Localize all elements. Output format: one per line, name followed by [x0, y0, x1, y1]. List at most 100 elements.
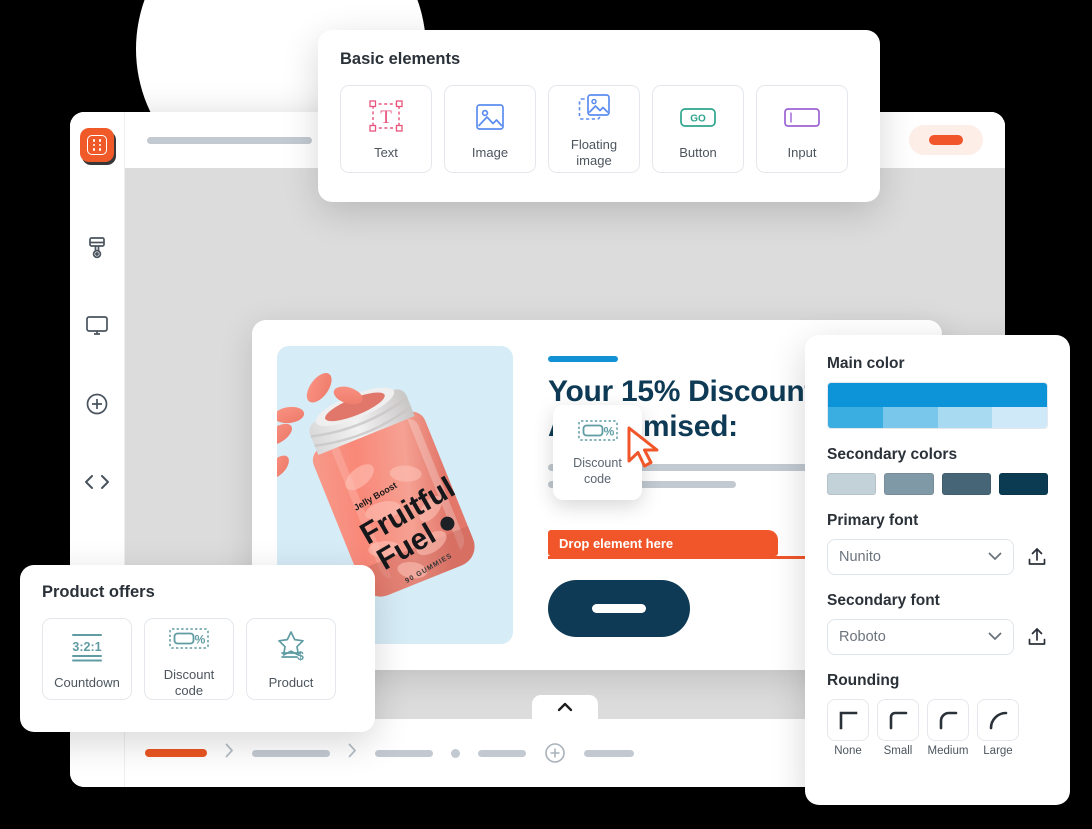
element-tile-image[interactable]: Image [444, 85, 536, 173]
breadcrumb-item-3[interactable] [375, 749, 433, 757]
offer-tile-countdown-label: Countdown [54, 675, 120, 691]
drop-zone-label: Drop element here [548, 530, 778, 556]
go-glyph: GO [690, 114, 706, 125]
corner-medium-icon [927, 699, 969, 741]
main-color-tint-row[interactable] [828, 407, 1047, 428]
main-color-tint-1[interactable] [882, 407, 938, 428]
main-color-label: Main color [827, 355, 905, 372]
offer-tile-discount-code[interactable]: % Discount code [144, 618, 234, 700]
secondary-color-1[interactable] [884, 473, 934, 495]
primary-font-value: Nunito [839, 549, 881, 565]
basic-elements-panel: Basic elements T Text Image Floating ima… [318, 30, 880, 202]
breadcrumb-item-5[interactable] [584, 749, 634, 757]
svg-text:$: $ [297, 649, 304, 663]
rounding-option-small[interactable]: Small [877, 699, 919, 757]
discount-code-icon-drag: % [576, 417, 620, 450]
rounding-option-none[interactable]: None [827, 699, 869, 757]
main-color-swatches[interactable] [827, 382, 1048, 429]
countdown-glyph: 3:2:1 [72, 640, 101, 654]
corner-none-icon [827, 699, 869, 741]
element-tile-button-label: Button [679, 145, 717, 161]
primary-font-select[interactable]: Nunito [827, 539, 1014, 575]
secondary-color-3[interactable] [998, 473, 1048, 495]
topbar-action-button[interactable] [909, 125, 983, 155]
chevron-right-icon [225, 743, 234, 763]
text-box-icon: T [368, 97, 404, 137]
element-tile-floating-image-label: Floating image [570, 137, 618, 168]
sidebar-item-add[interactable] [77, 384, 117, 424]
floating-image-icon [577, 89, 611, 129]
chevron-right-icon-2 [348, 743, 357, 763]
secondary-font-row: Roboto [827, 619, 1048, 655]
basic-elements-title: Basic elements [340, 50, 461, 68]
secondary-font-value: Roboto [839, 629, 886, 645]
screenshot-stage: Jelly Boost Fruitful Fuel 90 GUMMIES You… [0, 0, 1092, 829]
accent-bar [548, 356, 618, 362]
dragging-element-label: Discount code [573, 456, 622, 486]
primary-font-row: Nunito [827, 539, 1048, 575]
chevron-down-icon-2 [988, 629, 1002, 645]
drag-cursor-icon [625, 425, 665, 476]
secondary-color-swatches[interactable] [827, 473, 1048, 495]
element-tile-floating-image[interactable]: Floating image [548, 85, 640, 173]
main-color-tint-3[interactable] [992, 407, 1047, 428]
offer-tile-discount-code-label: Discount code [163, 667, 215, 698]
svg-text:%: % [195, 633, 206, 647]
product-offers-title: Product offers [42, 583, 155, 601]
element-tile-input-label: Input [787, 145, 817, 161]
main-color-tint-2[interactable] [937, 407, 993, 428]
cta-button[interactable] [548, 580, 690, 637]
main-color-primary-swatch[interactable] [828, 383, 1047, 407]
rounding-label: Rounding [827, 672, 900, 689]
secondary-font-upload-icon[interactable] [1026, 626, 1048, 648]
element-tile-text[interactable]: T Text [340, 85, 432, 173]
svg-text:%: % [603, 425, 614, 439]
sidebar-item-brush[interactable] [77, 228, 117, 268]
element-tile-button[interactable]: GO Button [652, 85, 744, 173]
product-star-icon: $ [271, 627, 311, 667]
main-color-tint-0[interactable] [828, 407, 883, 428]
rounding-option-none-label: None [834, 745, 862, 757]
grid-logo-icon[interactable] [80, 128, 114, 162]
secondary-color-0[interactable] [827, 473, 877, 495]
product-offers-tiles: 3:2:1 Countdown % Discount code $ Produc… [42, 618, 353, 700]
element-tile-input[interactable]: Input [756, 85, 848, 173]
primary-font-upload-icon[interactable] [1026, 546, 1048, 568]
sidebar-item-code[interactable] [77, 462, 117, 502]
panel-collapse-toggle[interactable] [532, 695, 598, 719]
topbar-placeholder-1 [147, 136, 312, 144]
sidebar-item-preview[interactable] [77, 306, 117, 346]
plus-circle-icon[interactable] [544, 742, 566, 764]
rounding-option-medium[interactable]: Medium [927, 699, 969, 757]
discount-code-icon: % [167, 619, 211, 659]
status-dot [451, 748, 460, 758]
secondary-colors-label: Secondary colors [827, 446, 958, 463]
svg-text:T: T [380, 107, 392, 128]
secondary-font-label: Secondary font [827, 592, 940, 609]
go-button-icon: GO [676, 97, 720, 137]
rounding-option-large[interactable]: Large [977, 699, 1019, 757]
countdown-icon: 3:2:1 [62, 627, 112, 667]
element-tile-image-label: Image [471, 145, 509, 161]
rounding-option-small-label: Small [883, 745, 913, 757]
image-icon [474, 97, 506, 137]
rounding-option-medium-label: Medium [927, 745, 969, 757]
basic-elements-tiles: T Text Image Floating image GO Button In… [340, 85, 858, 173]
breadcrumb-item-4[interactable] [478, 749, 526, 757]
rounding-options: None Small Medium Large [827, 699, 1048, 757]
offer-tile-product[interactable]: $ Product [246, 618, 336, 700]
breadcrumb-active[interactable] [145, 749, 207, 757]
chevron-down-icon [988, 549, 1002, 565]
offer-tile-countdown[interactable]: 3:2:1 Countdown [42, 618, 132, 700]
product-offers-panel: Product offers 3:2:1 Countdown % Discoun… [20, 565, 375, 732]
design-settings-panel: Main color Secondary colors Primary font… [805, 335, 1070, 805]
breadcrumb-item-2[interactable] [252, 749, 330, 757]
secondary-font-select[interactable]: Roboto [827, 619, 1014, 655]
corner-large-icon [977, 699, 1019, 741]
input-field-icon [780, 97, 824, 137]
element-tile-text-label: Text [374, 145, 398, 161]
secondary-color-2[interactable] [941, 473, 991, 495]
offer-tile-product-label: Product [268, 675, 314, 691]
rounding-option-large-label: Large [983, 745, 1013, 757]
primary-font-label: Primary font [827, 512, 919, 529]
